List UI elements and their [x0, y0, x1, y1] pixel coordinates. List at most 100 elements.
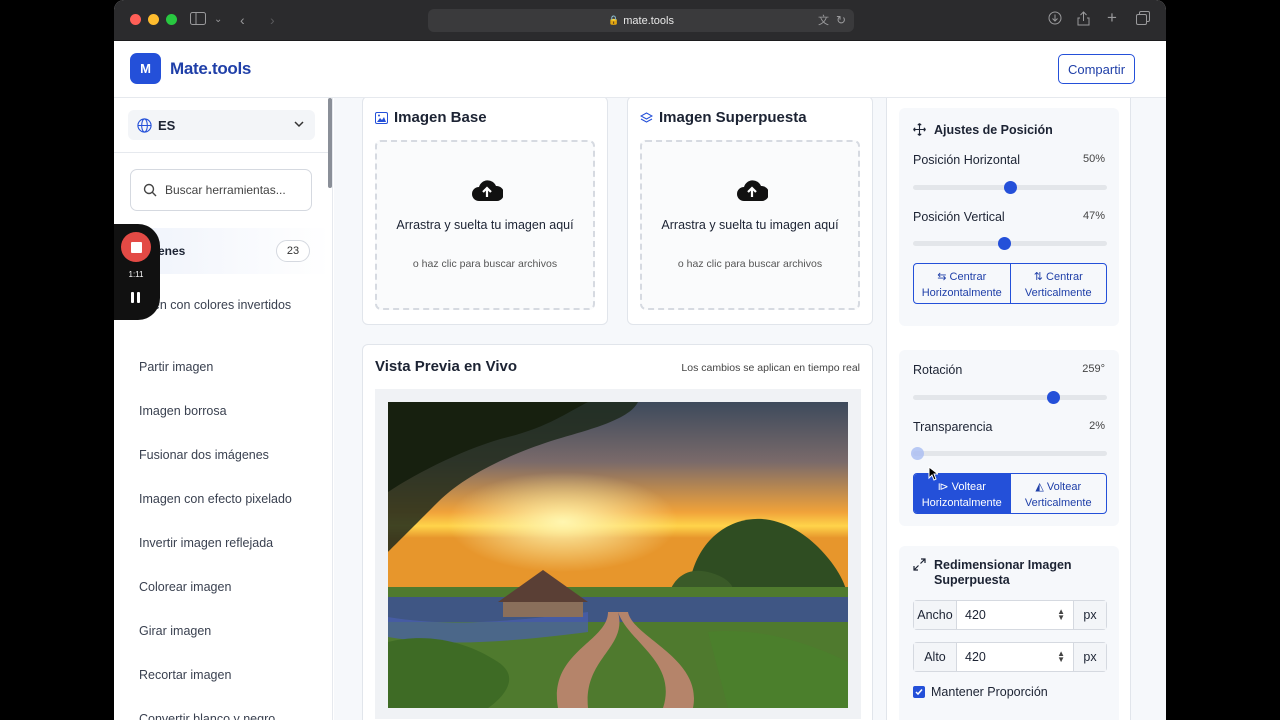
- zoom-window-button[interactable]: [166, 14, 177, 25]
- pause-icon[interactable]: [131, 292, 141, 303]
- lock-icon: 🔒: [608, 15, 620, 25]
- sidebar-scrollbar[interactable]: [328, 98, 332, 188]
- downloads-icon[interactable]: [1048, 11, 1062, 29]
- position-settings-title: Ajustes de Posición: [913, 123, 1053, 138]
- search-icon: [143, 183, 157, 197]
- preview-canvas: [375, 389, 861, 719]
- width-input[interactable]: 420 ▲ ▼: [956, 601, 1074, 629]
- position-settings: Ajustes de Posición Posición Horizontal …: [899, 108, 1119, 326]
- rotation-label: Rotación: [913, 363, 963, 377]
- address-bar[interactable]: 🔒 mate.tools: [428, 9, 854, 32]
- sidebar-item-inverted-colors[interactable]: agen con colores invertidos: [139, 296, 309, 315]
- base-image-dropzone[interactable]: Arrastra y suelta tu imagen aquí o haz c…: [375, 140, 595, 310]
- layers-icon: [640, 111, 653, 123]
- slider-thumb[interactable]: [910, 447, 924, 460]
- stop-recording-button[interactable]: [121, 232, 151, 262]
- category-label: enes: [158, 244, 186, 258]
- height-input[interactable]: 420 ▲ ▼: [956, 643, 1074, 671]
- keep-ratio-checkbox[interactable]: [913, 686, 925, 698]
- expand-icon: [913, 558, 926, 571]
- sidebar-item-split-image[interactable]: Partir imagen: [139, 358, 309, 377]
- stepper-icon[interactable]: ▲ ▼: [1057, 650, 1065, 664]
- preview-note: Los cambios se aplican en tiempo real: [681, 362, 860, 374]
- language-selector[interactable]: ES: [128, 110, 315, 140]
- recording-widget: 1:11: [114, 224, 160, 320]
- settings-panel: Ajustes de Posición Posición Horizontal …: [886, 98, 1131, 720]
- rotation-slider[interactable]: [913, 391, 1107, 404]
- sidebar-item-crop[interactable]: Recortar imagen: [139, 666, 309, 685]
- divider: [114, 152, 332, 153]
- stepper-icon[interactable]: ▲ ▼: [1057, 608, 1065, 622]
- search-input[interactable]: Buscar herramientas...: [130, 169, 312, 211]
- window-controls: [130, 14, 177, 25]
- keep-ratio-label: Mantener Proporción: [931, 685, 1048, 699]
- sidebar-toggle-icon[interactable]: [190, 11, 206, 29]
- width-unit: px: [1074, 601, 1106, 629]
- dropzone-hint: o haz clic para buscar archivos: [677, 258, 823, 270]
- share-button[interactable]: Compartir: [1058, 54, 1135, 84]
- sidebar-item-grayscale[interactable]: Convertir blanco y negro: [139, 710, 309, 720]
- image-icon: [375, 111, 388, 124]
- chevron-down-icon: [294, 121, 304, 128]
- vertical-value: 47%: [1082, 210, 1105, 222]
- chevron-down-icon[interactable]: ⌄: [214, 11, 222, 29]
- dropzone-hint: o haz clic para buscar archivos: [412, 258, 558, 270]
- sidebar-item-rotate[interactable]: Girar imagen: [139, 622, 309, 641]
- forward-icon[interactable]: ›: [270, 11, 275, 29]
- overlay-image-title: Imagen Superpuesta: [640, 109, 807, 126]
- rotation-value: 259°: [1082, 363, 1105, 375]
- flip-button-group: ⧐ Voltear Horizontalmente ◭ Voltear Vert…: [913, 473, 1107, 514]
- translate-icon[interactable]: 文: [818, 12, 829, 30]
- transform-settings: Rotación 259° Transparencia 2% ⧐ Voltear…: [899, 350, 1119, 526]
- brand-name[interactable]: Mate.tools: [170, 59, 251, 79]
- center-button-group: ⇆ Centrar Horizontalmente ⇅ Centrar Vert…: [913, 263, 1107, 304]
- browser-window: ⌄ ‹ › ▭ 🔒 mate.tools 文 ↻ + M Mate.tools …: [114, 0, 1166, 720]
- language-label: ES: [158, 117, 176, 133]
- width-label: Ancho: [914, 601, 956, 629]
- base-image-card: Imagen Base Arrastra y suelta tu imagen …: [362, 98, 608, 325]
- stop-icon: [130, 241, 142, 253]
- preview-image: [388, 402, 848, 708]
- opacity-label: Transparencia: [913, 420, 993, 434]
- height-unit: px: [1074, 643, 1106, 671]
- overlay-image-dropzone[interactable]: Arrastra y suelta tu imagen aquí o haz c…: [640, 140, 860, 310]
- slider-thumb[interactable]: [1004, 181, 1017, 194]
- close-window-button[interactable]: [130, 14, 141, 25]
- sidebar-item-pixelate[interactable]: Imagen con efecto pixelado: [139, 490, 309, 509]
- slider-thumb[interactable]: [1046, 391, 1060, 404]
- overlay-image-card: Imagen Superpuesta Arrastra y suelta tu …: [627, 98, 873, 325]
- sidebar-item-mirror[interactable]: Invertir imagen reflejada: [139, 534, 309, 553]
- live-preview-card: Vista Previa en Vivo Los cambios se apli…: [362, 344, 873, 720]
- cloud-upload-icon: [472, 180, 503, 201]
- sidebar-item-colorize[interactable]: Colorear imagen: [139, 578, 309, 597]
- move-icon: [913, 123, 926, 136]
- minimize-window-button[interactable]: [148, 14, 159, 25]
- slider-thumb[interactable]: [998, 237, 1012, 250]
- sidebar-item-blur-image[interactable]: Imagen borrosa: [139, 402, 309, 421]
- width-input-group: Ancho 420 ▲ ▼ px: [913, 600, 1107, 630]
- browser-toolbar: ⌄ ‹ › ▭ 🔒 mate.tools 文 ↻ +: [114, 0, 1166, 41]
- flip-vertical-button[interactable]: ◭ Voltear Verticalmente: [1009, 474, 1107, 513]
- horizontal-value: 50%: [1082, 153, 1105, 165]
- logo[interactable]: M: [130, 53, 161, 84]
- share-icon[interactable]: [1077, 11, 1090, 30]
- tabs-overview-icon[interactable]: [1136, 11, 1150, 29]
- new-tab-icon[interactable]: +: [1107, 9, 1117, 27]
- sidebar-item-merge-images[interactable]: Fusionar dos imágenes: [139, 446, 309, 465]
- category-count-badge: 23: [276, 240, 310, 262]
- vertical-slider[interactable]: [913, 237, 1107, 250]
- horizontal-slider[interactable]: [913, 181, 1107, 194]
- base-image-title: Imagen Base: [375, 109, 487, 126]
- opacity-slider[interactable]: [910, 447, 1107, 460]
- back-icon[interactable]: ‹: [240, 11, 245, 29]
- search-placeholder: Buscar herramientas...: [165, 183, 286, 197]
- horizontal-label: Posición Horizontal: [913, 153, 1020, 167]
- height-input-group: Alto 420 ▲ ▼ px: [913, 642, 1107, 672]
- main-content: Imagen Base Arrastra y suelta tu imagen …: [334, 98, 1166, 720]
- dropzone-text: Arrastra y suelta tu imagen aquí: [661, 218, 839, 232]
- height-label: Alto: [914, 643, 956, 671]
- center-horizontal-button[interactable]: ⇆ Centrar Horizontalmente: [914, 264, 1010, 303]
- resize-settings-title: Redimensionar Imagen Superpuesta: [913, 558, 1093, 588]
- reload-icon[interactable]: ↻: [836, 11, 846, 29]
- center-vertical-button[interactable]: ⇅ Centrar Verticalmente: [1009, 264, 1107, 303]
